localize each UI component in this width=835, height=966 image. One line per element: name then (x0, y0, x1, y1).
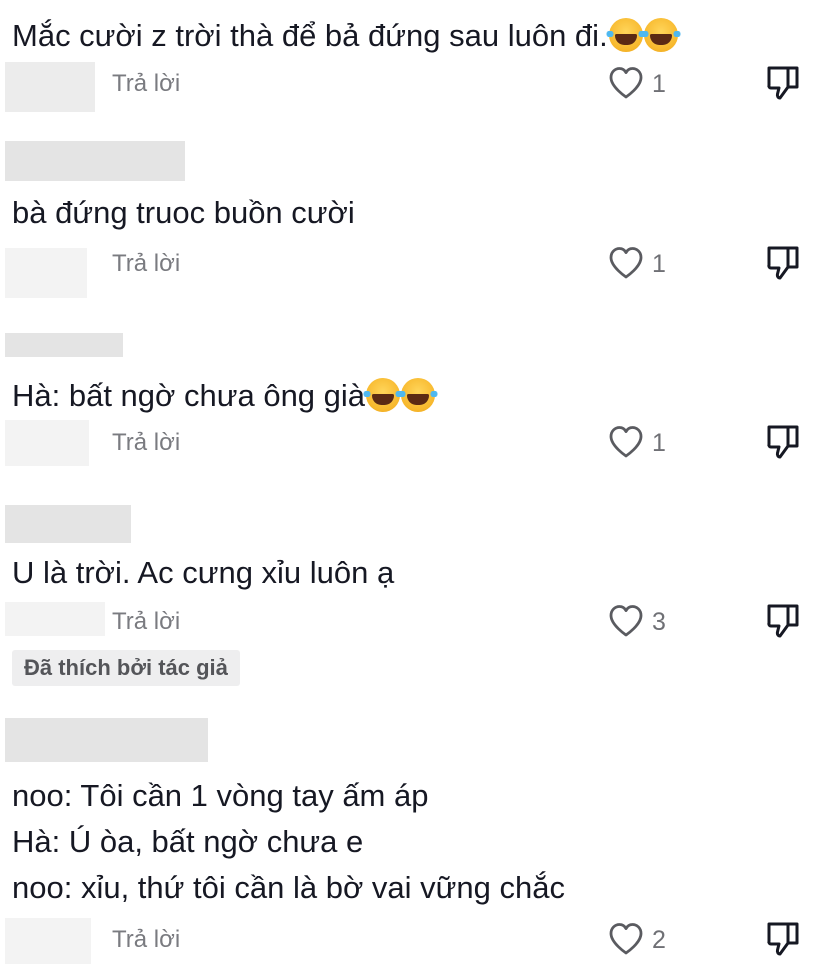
heart-outline-icon[interactable] (608, 425, 644, 459)
laugh-cry-emoji (605, 18, 646, 52)
comment-text-line: noo: xỉu, thứ tôi cần là bờ vai vững chắ… (12, 870, 565, 905)
comment-actions: Trả lời 1 (0, 64, 835, 104)
thumbs-down-icon[interactable] (764, 244, 802, 282)
thumbs-down-icon[interactable] (764, 602, 802, 640)
comment-text-line: Hà: Ú òa, bất ngờ chưa e (12, 824, 364, 859)
username[interactable] (5, 333, 123, 357)
reply-button[interactable]: Trả lời (112, 427, 180, 459)
laugh-cry-emoji (398, 378, 439, 412)
comment-text: Mắc cười z trời thà để bả đứng sau luôn … (12, 16, 681, 56)
laugh-cry-emoji (363, 378, 404, 412)
comment-text: Hà: bất ngờ chưa ông già (12, 376, 439, 416)
heart-outline-icon[interactable] (608, 604, 644, 638)
heart-outline-icon[interactable] (608, 246, 644, 280)
reply-button[interactable]: Trả lời (112, 68, 180, 100)
username[interactable] (5, 141, 185, 181)
comment-text-line: noo: Tôi cần 1 vòng tay ấm áp (12, 778, 429, 813)
reply-button[interactable]: Trả lời (112, 606, 180, 638)
username[interactable] (5, 718, 208, 762)
laugh-cry-emoji (640, 18, 681, 52)
like-count: 1 (652, 429, 666, 457)
heart-outline-icon[interactable] (608, 922, 644, 956)
comment-text: bà đứng truoc buồn cười (12, 195, 355, 230)
comment-text: U là trời. Ac cưng xỉu luôn ạ (12, 555, 395, 590)
comment-actions: Trả lời 1 (0, 423, 835, 463)
heart-outline-icon[interactable] (608, 66, 644, 100)
username[interactable] (5, 505, 131, 543)
comment-actions: Trả lời 1 (0, 244, 835, 284)
comment-actions: Trả lời 2 (0, 920, 835, 960)
like-count: 1 (652, 70, 666, 98)
reply-button[interactable]: Trả lời (112, 248, 180, 280)
liked-by-author-badge: Đã thích bởi tác giả (12, 650, 240, 686)
like-count: 2 (652, 926, 666, 954)
comment-actions: Trả lời 3 (0, 602, 835, 642)
thumbs-down-icon[interactable] (764, 64, 802, 102)
like-count: 1 (652, 250, 666, 278)
like-count: 3 (652, 608, 666, 636)
thumbs-down-icon[interactable] (764, 920, 802, 958)
thumbs-down-icon[interactable] (764, 423, 802, 461)
reply-button[interactable]: Trả lời (112, 924, 180, 956)
